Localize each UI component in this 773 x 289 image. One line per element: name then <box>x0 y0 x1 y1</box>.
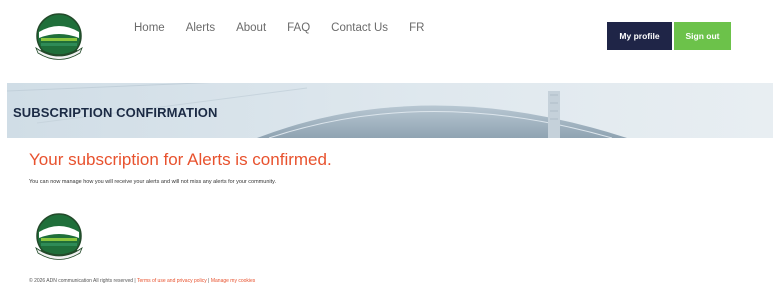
main-nav: Home Alerts About FAQ Contact Us FR <box>134 22 445 34</box>
footer: © 2026 ADN communication All rights rese… <box>29 278 255 284</box>
page-title: SUBSCRIPTION CONFIRMATION <box>13 105 218 120</box>
ormstown-logo[interactable] <box>31 8 87 64</box>
footer-ormstown-logo <box>31 208 87 264</box>
nav-contact-us[interactable]: Contact Us <box>331 22 388 34</box>
confirmation-message: You can now manage how you will receive … <box>29 179 277 185</box>
page-banner: SUBSCRIPTION CONFIRMATION <box>7 83 773 138</box>
confirmation-heading: Your subscription for Alerts is confirme… <box>29 150 332 169</box>
terms-privacy-link[interactable]: Terms of use and privacy policy <box>137 278 207 284</box>
sign-out-button[interactable]: Sign out <box>674 22 731 50</box>
nav-home[interactable]: Home <box>134 22 165 34</box>
nav-faq[interactable]: FAQ <box>287 22 310 34</box>
nav-about[interactable]: About <box>236 22 266 34</box>
nav-language-fr[interactable]: FR <box>409 22 424 34</box>
manage-cookies-link[interactable]: Manage my cookies <box>211 278 255 284</box>
nav-alerts[interactable]: Alerts <box>186 22 215 34</box>
my-profile-button[interactable]: My profile <box>607 22 672 50</box>
copyright-text: © 2026 ADN communication All rights rese… <box>29 278 137 284</box>
